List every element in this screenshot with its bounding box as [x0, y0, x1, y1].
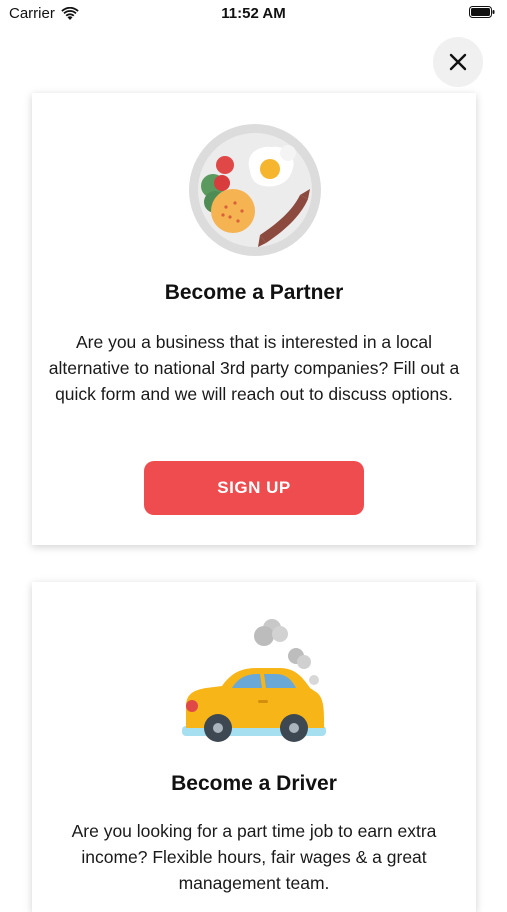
- close-button[interactable]: [433, 37, 483, 87]
- sign-up-button[interactable]: SIGN UP: [144, 461, 364, 515]
- battery-icon: [469, 6, 495, 18]
- driver-card-description: Are you looking for a part time job to e…: [71, 821, 437, 893]
- status-time: 11:52 AM: [221, 5, 286, 22]
- partner-card-title: Become a Partner: [164, 281, 344, 304]
- partner-card: Become a Partner Are you a business that…: [32, 93, 476, 545]
- status-bar: Carrier 11:52 AM: [0, 0, 507, 28]
- driver-card-title: Become a Driver: [171, 772, 337, 795]
- close-icon: [449, 53, 467, 71]
- food-plate-icon: [189, 124, 321, 256]
- car-icon: [182, 619, 326, 742]
- partner-card-description: Are you a business that is interested in…: [48, 332, 460, 404]
- driver-card: Become a Driver Are you looking for a pa…: [32, 582, 476, 912]
